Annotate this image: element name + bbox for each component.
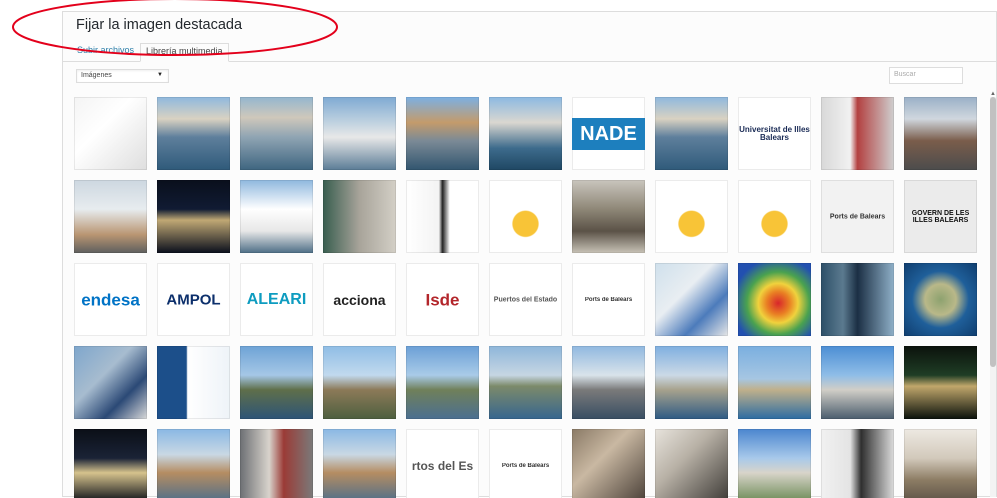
media-thumbnail-rocky-shore[interactable] [323,346,396,419]
media-grid: NADE Universitat de Illes Balears Ports de… [74,97,982,498]
thumbnail-logo-text: rtos del Es [411,459,474,472]
media-thumbnail-wave-heatmap[interactable] [738,263,811,336]
media-thumbnail-passengers-walkway[interactable] [240,429,313,498]
media-thumbnail-yacht-dock[interactable] [489,97,562,170]
media-thumbnail-marina-masts[interactable] [323,97,396,170]
media-thumbnail-lobby-interior[interactable] [904,429,977,498]
thumbnail-logo-text: Universitat de Illes Balears [739,125,810,142]
media-thumbnail-terminal-night[interactable] [904,346,977,419]
media-thumbnail-cruise-night[interactable] [157,180,230,253]
media-type-filter[interactable]: Imágenes ▼ [76,69,169,83]
tab-media-library[interactable]: Librería multimedia [140,43,229,62]
media-thumbnail-palma-marina[interactable] [406,97,479,170]
media-thumbnail-coast-chart[interactable] [74,346,147,419]
media-thumbnail-laptop-work[interactable] [655,429,728,498]
media-thumbnail-map-screenshot[interactable] [655,263,728,336]
media-thumbnail-plataforma-innovacion-2[interactable] [655,180,728,253]
thumbnail-logo-text: NADE [572,117,645,150]
media-thumbnail-office-person[interactable] [821,429,894,498]
search-input[interactable]: Buscar [889,67,963,84]
media-thumbnail-ship-hull[interactable] [74,180,147,253]
media-thumbnail-acciona-logo[interactable]: acciona [323,263,396,336]
media-thumbnail-sea-view[interactable] [489,346,562,419]
media-thumbnail-plataforma-innovacion[interactable] [489,180,562,253]
media-thumbnail-ports-de-balears-logo-2[interactable]: Ports de Balears [572,263,645,336]
media-thumbnail-ports-de-balears-logo[interactable]: Ports de Balears [821,180,894,253]
media-thumbnail-coastal-road[interactable] [406,346,479,419]
media-thumbnail-terminal-building[interactable] [821,346,894,419]
media-thumbnail-mallorca-map[interactable] [904,263,977,336]
media-thumbnail-cruise-ship-pier[interactable] [821,97,894,170]
media-thumbnail-people-waiting[interactable] [323,180,396,253]
chevron-down-icon: ▼ [157,72,163,78]
media-thumbnail-boat-interior[interactable] [572,180,645,253]
media-thumbnail-ports-de-balears-logo-3[interactable]: Ports de Balears [489,429,562,498]
media-thumbnail-app-screens[interactable] [821,263,894,336]
media-thumbnail-qr-phone-diagram[interactable] [406,180,479,253]
thumbnail-logo-text: Isde [425,291,460,308]
thumbnail-logo-text: AMPOL [166,292,221,307]
media-thumbnail-puertos-del-estado-logo[interactable]: Puertos del Estado [489,263,562,336]
media-thumbnail-anade-logo[interactable]: NADE [572,97,645,170]
media-thumbnail-coast-panorama[interactable] [240,346,313,419]
media-thumbnail-port-town[interactable] [157,429,230,498]
media-thumbnail-puertos-del-estado-logo-2[interactable]: rtos del Es [406,429,479,498]
thumbnail-logo-text: acciona [333,292,386,307]
filter-selected-value: Imágenes [81,72,112,79]
media-thumbnail-data-table[interactable] [157,346,230,419]
media-thumbnail-baleari-logo[interactable]: ALEARI [240,263,313,336]
thumbnail-logo-text: Ports de Balears [829,213,886,220]
search-placeholder: Buscar [894,71,916,78]
media-thumbnail-plataforma-innovacion-3[interactable] [738,180,811,253]
media-thumbnail-govern-illes-balears-logo[interactable]: GOVERN DE LES ILLES BALEARS [904,180,977,253]
media-thumbnail-harbor-boats-2[interactable] [655,97,728,170]
media-thumbnail-building-exterior[interactable] [738,429,811,498]
media-thumbnail-office-meeting[interactable] [572,429,645,498]
media-thumbnail-harbor-boats[interactable] [157,97,230,170]
thumbnail-logo-text: Ports de Balears [584,296,633,303]
media-thumbnail-iphone[interactable] [74,97,147,170]
modal-title: Fijar la imagen destacada [76,17,243,33]
modal-tabs: Subir archivos Librería multimedia [63,41,996,62]
media-thumbnail-isdefe-logo[interactable]: Isde [406,263,479,336]
media-thumbnail-port-town-2[interactable] [323,429,396,498]
media-thumbnail-ferry-night[interactable] [74,429,147,498]
media-thumbnail-lighthouse-coast[interactable] [655,346,728,419]
tab-upload-files[interactable]: Subir archivos [72,43,139,58]
thumbnail-logo-text: endesa [81,291,140,308]
media-thumbnail-endesa-logo[interactable]: endesa [74,263,147,336]
thumbnail-logo-text: GOVERN DE LES ILLES BALEARS [911,209,970,224]
media-modal: Fijar la imagen destacada Subir archivos… [62,11,997,498]
thumbnail-logo-text: Puertos del Estado [493,296,558,303]
media-thumbnail-uib-logo[interactable]: Universitat de Illes Balears [738,97,811,170]
media-thumbnail-marina-boats[interactable] [240,97,313,170]
media-thumbnail-lighthouse-tower[interactable] [572,346,645,419]
scrollbar-thumb[interactable] [990,97,996,367]
grid-scrollbar[interactable]: ▲ [990,91,996,497]
thumbnail-logo-text: Ports de Balears [501,462,550,469]
media-thumbnail-cliff-coast[interactable] [738,346,811,419]
thumbnail-logo-text: ALEARI [246,291,307,308]
media-thumbnail-ampol-logo[interactable]: AMPOL [157,263,230,336]
media-thumbnail-cruise-bow[interactable] [240,180,313,253]
media-thumbnail-travellers-terminal[interactable] [904,97,977,170]
